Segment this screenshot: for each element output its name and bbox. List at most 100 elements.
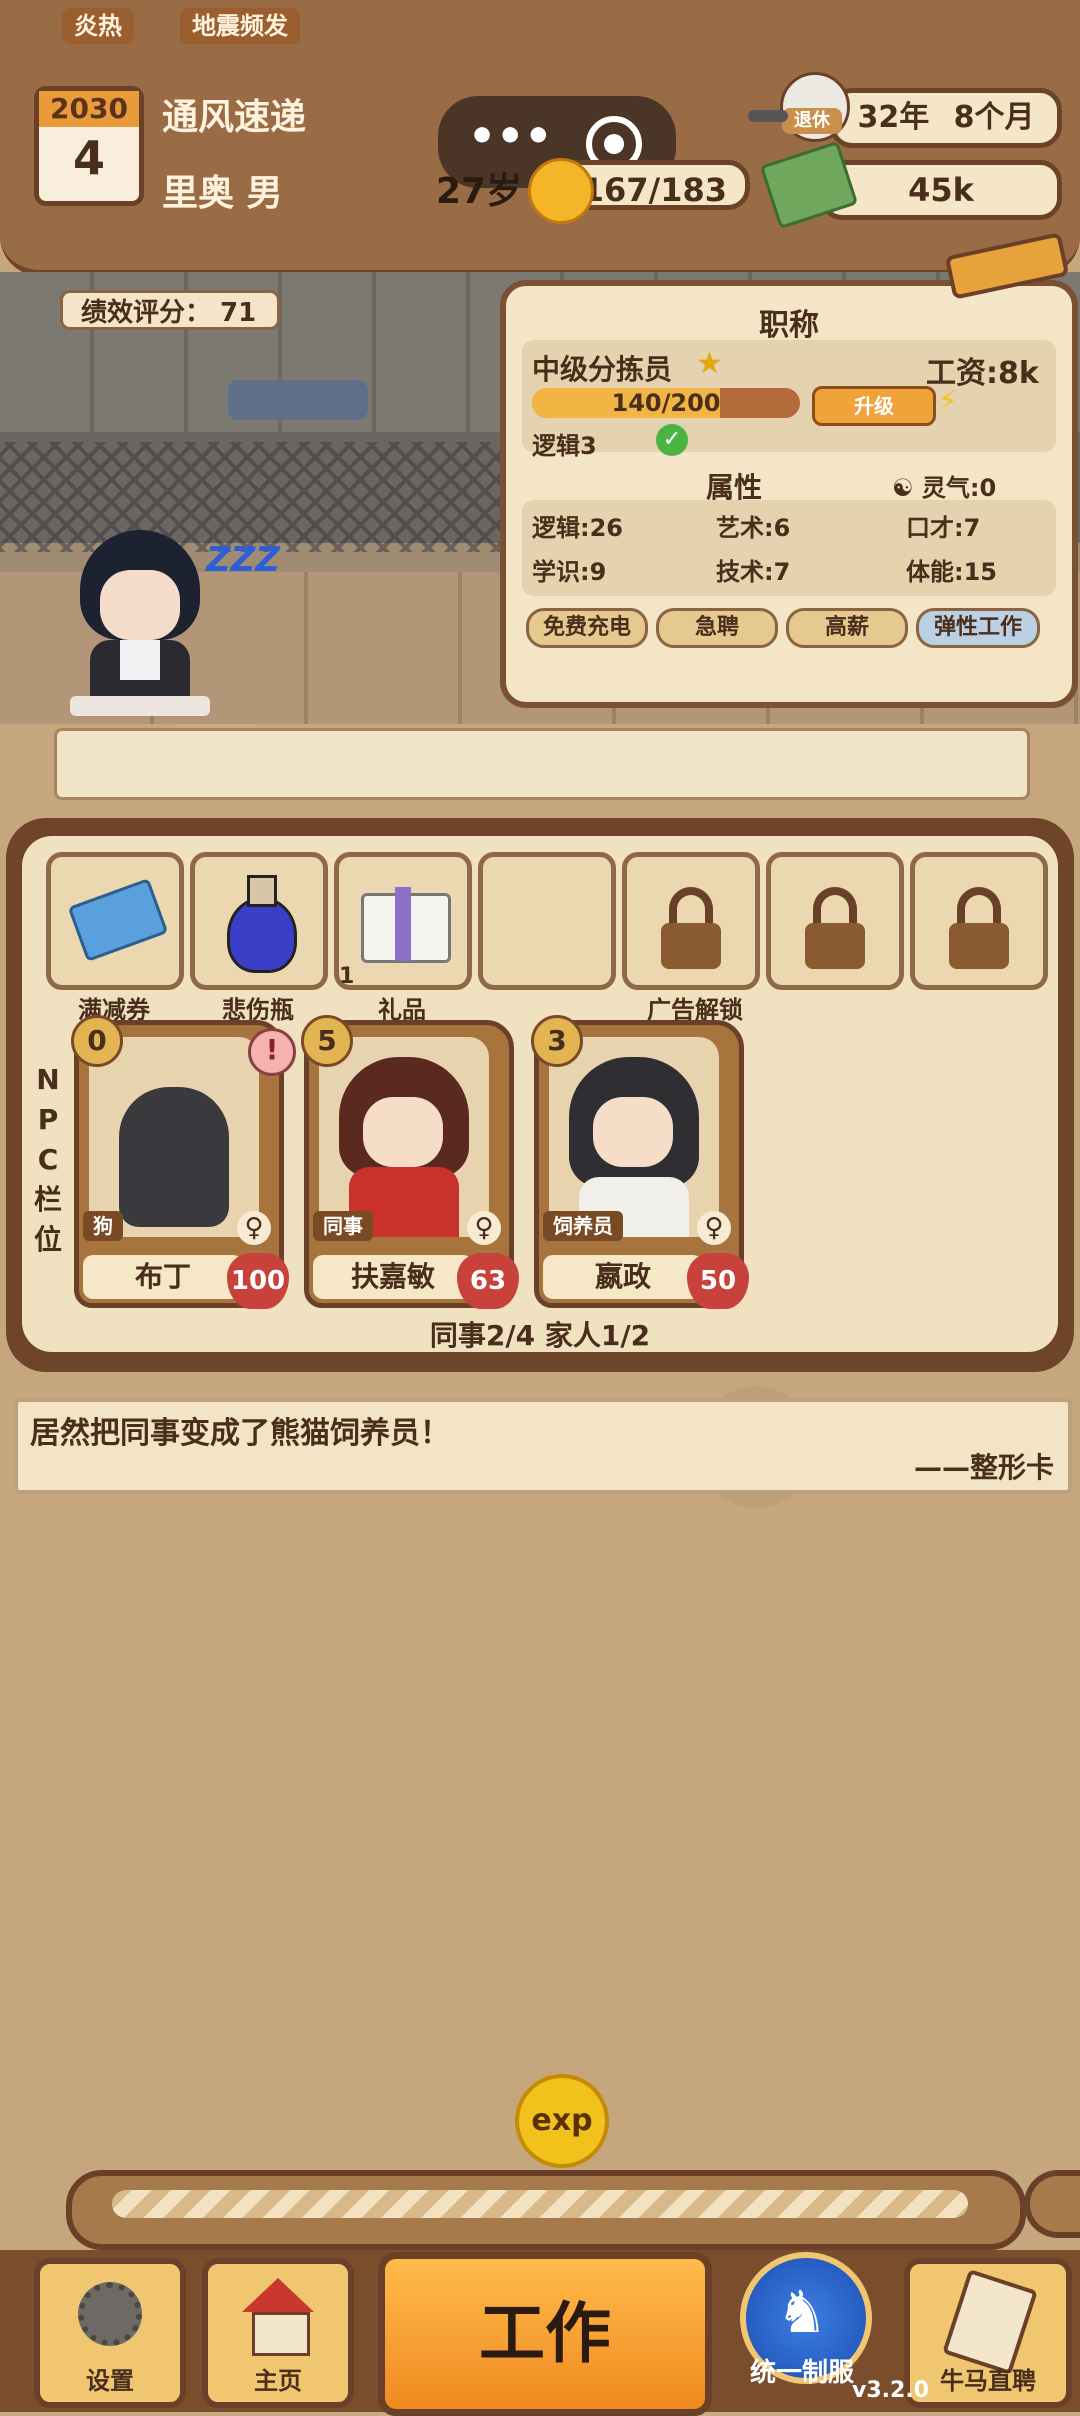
item-slot-empty[interactable] bbox=[478, 852, 616, 990]
npc-role: 饲养员 bbox=[543, 1211, 623, 1241]
exp-coin-button[interactable]: exp bbox=[515, 2074, 609, 2168]
quote-source: ——整形卡 bbox=[913, 1451, 1054, 1484]
npc-summary: 同事2/4 家人1/2 bbox=[429, 1319, 651, 1352]
home-icon bbox=[242, 2278, 314, 2312]
version-label: v3.2.0 bbox=[852, 2378, 929, 2403]
chess-icon: ♞ bbox=[776, 2278, 828, 2346]
work-button[interactable]: 工作 bbox=[378, 2252, 712, 2416]
performance-score: 绩效评分： 71 bbox=[60, 290, 280, 330]
npc-slot-label: NPC栏位 bbox=[33, 1063, 62, 1256]
player-age: 27岁 bbox=[436, 171, 523, 212]
lock-shackle bbox=[957, 887, 1001, 927]
rail-track bbox=[112, 2190, 968, 2218]
npc-card-keeper[interactable]: 饲养员 ♀ 嬴政 3 50 bbox=[531, 1015, 749, 1309]
logic-requirement: 逻辑3 bbox=[532, 432, 597, 460]
gift-count: 1 bbox=[339, 964, 355, 989]
upgrade-button[interactable]: 升级 bbox=[812, 386, 936, 426]
npc-affinity: 50 bbox=[687, 1253, 749, 1309]
item-slot-coupon[interactable] bbox=[46, 852, 184, 990]
promotion-progress-text: 140/200 bbox=[611, 389, 721, 417]
face bbox=[593, 1097, 673, 1167]
item-slot-gift[interactable]: 1 bbox=[334, 852, 472, 990]
job-panel: 职称 中级分拣员 ★ 工资:8k 140/200 升级 ⚡ 逻辑3 ✓ 属性 ☯… bbox=[500, 280, 1078, 708]
lock-icon bbox=[661, 923, 721, 969]
condition-hot: 炎热 bbox=[62, 8, 134, 44]
lock-icon bbox=[949, 923, 1009, 969]
quote-text: 居然把同事变成了熊猫饲养员！ bbox=[30, 1416, 450, 1451]
item-slot-potion[interactable] bbox=[190, 852, 328, 990]
progress-rail bbox=[66, 2170, 1026, 2250]
cigarette-icon bbox=[748, 110, 788, 122]
npc-level: 0 bbox=[71, 1015, 123, 1067]
spirit-value: ☯ 灵气:0 bbox=[892, 468, 996, 503]
promotion-progress-bar: 140/200 bbox=[532, 388, 800, 418]
quote-box: 居然把同事变成了熊猫饲养员！ ——整形卡 bbox=[14, 1398, 1072, 1494]
npc-card-coworker[interactable]: 同事 ♀ 扶嘉敏 5 63 bbox=[301, 1015, 519, 1309]
player-character[interactable] bbox=[70, 520, 210, 720]
energy-face-icon bbox=[528, 158, 594, 224]
npc-level: 5 bbox=[301, 1015, 353, 1067]
retire-years: 32年 bbox=[857, 100, 930, 135]
condition-earthquake: 地震频发 bbox=[180, 8, 300, 44]
gear-icon bbox=[78, 2282, 142, 2346]
npc-name: 嬴政 bbox=[543, 1255, 703, 1299]
affinity-heart-icon: 100 bbox=[227, 1253, 289, 1309]
calendar: 2030 4 bbox=[34, 86, 144, 206]
star-icon: ★ bbox=[696, 346, 723, 381]
npc-name: 布丁 bbox=[83, 1255, 243, 1299]
level-medal: 3 bbox=[531, 1015, 583, 1075]
affinity-heart-icon: 63 bbox=[457, 1253, 519, 1309]
home-label: 主页 bbox=[254, 2367, 302, 2395]
home-button[interactable]: 主页 bbox=[202, 2258, 354, 2408]
npc-role: 同事 bbox=[313, 1211, 373, 1241]
home-icon-body bbox=[252, 2312, 310, 2356]
alert-bubble-icon[interactable]: ! bbox=[248, 1028, 296, 1076]
clipboard-icon bbox=[942, 2269, 1038, 2375]
retire-countdown: 32年 8个月 bbox=[830, 88, 1062, 148]
item-slot-locked-3[interactable] bbox=[910, 852, 1048, 990]
attr-stamina: 体能:15 bbox=[906, 558, 997, 586]
hire-label: 牛马直聘 bbox=[940, 2367, 1036, 2395]
potion-icon bbox=[227, 897, 297, 973]
retire-label: 退休 bbox=[782, 108, 842, 134]
attr-eloquence: 口才:7 bbox=[906, 514, 981, 542]
female-icon: ♀ bbox=[467, 1211, 501, 1245]
gift-ribbon bbox=[395, 887, 411, 961]
job-tag-flexible: 弹性工作 bbox=[916, 608, 1040, 648]
affinity-heart-icon: 50 bbox=[687, 1253, 749, 1309]
hire-button[interactable]: 牛马直聘 bbox=[904, 2258, 1072, 2408]
car bbox=[228, 380, 368, 420]
dog-figure bbox=[119, 1087, 229, 1227]
settings-label: 设置 bbox=[86, 2367, 134, 2395]
female-icon: ♀ bbox=[697, 1211, 731, 1245]
retire-months: 8个月 bbox=[953, 100, 1035, 135]
item-slot-locked-2[interactable] bbox=[766, 852, 904, 990]
check-icon: ✓ bbox=[656, 424, 688, 456]
female-icon: ♀ bbox=[237, 1211, 271, 1245]
uniform-label: 统一制服 bbox=[749, 2358, 854, 2388]
yin-yang-icon: ☯ bbox=[892, 474, 914, 502]
lightning-icon: ⚡ bbox=[938, 384, 958, 417]
attr-knowledge: 学识:9 bbox=[532, 558, 607, 586]
npc-level: 3 bbox=[531, 1015, 583, 1067]
attr-art: 艺术:6 bbox=[716, 514, 791, 542]
npc-affinity: 63 bbox=[457, 1253, 519, 1309]
job-tag-high-pay: 高薪 bbox=[786, 608, 908, 648]
lock-shackle bbox=[669, 887, 713, 927]
attr-tech: 技术:7 bbox=[716, 558, 791, 586]
calendar-year: 2030 bbox=[39, 91, 139, 127]
company-name: 通风速递 bbox=[162, 97, 307, 138]
settings-button[interactable]: 设置 bbox=[34, 2258, 186, 2408]
face bbox=[363, 1097, 443, 1167]
conditions-bar bbox=[54, 728, 1030, 800]
job-title-heading: 职称 bbox=[759, 308, 819, 343]
player-name: 里奥 男 bbox=[162, 173, 283, 214]
level-medal: 0 bbox=[71, 1015, 123, 1075]
lock-shackle bbox=[813, 887, 857, 927]
job-tag-free-charge: 免费充电 bbox=[526, 608, 648, 648]
npc-name: 扶嘉敏 bbox=[313, 1255, 473, 1299]
potion-cork bbox=[247, 875, 277, 907]
sleep-zzz: ZZZ bbox=[206, 540, 280, 580]
attr-logic: 逻辑:26 bbox=[532, 514, 623, 542]
item-slot-locked-1[interactable] bbox=[622, 852, 760, 990]
